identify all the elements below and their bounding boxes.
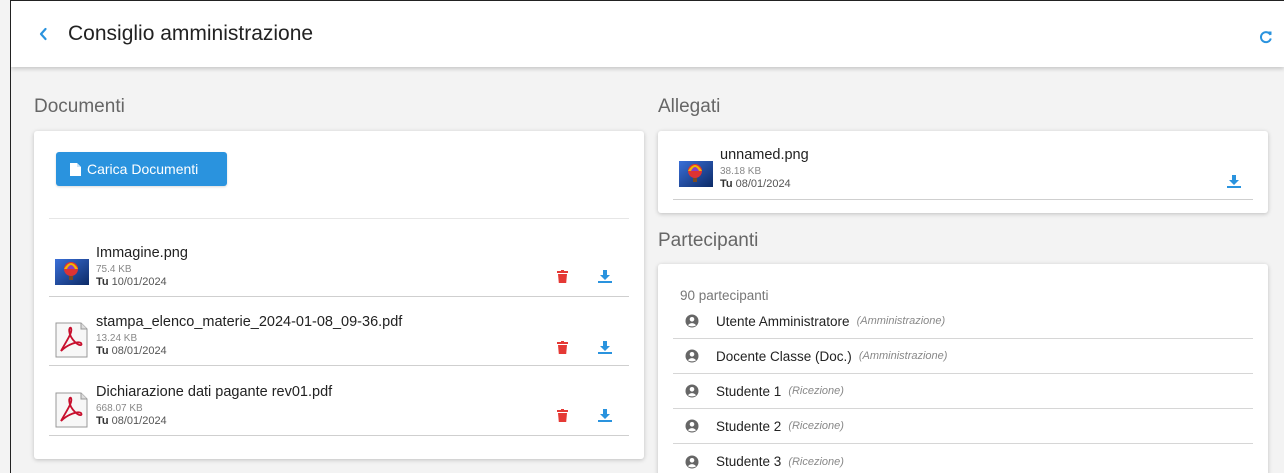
attachment-date-value: 08/01/2024 xyxy=(735,178,791,190)
participant-name: Studente 2 xyxy=(716,418,782,434)
delete-button[interactable] xyxy=(552,405,572,425)
participant-name: Studente 3 xyxy=(716,454,782,469)
trash-icon xyxy=(556,340,568,354)
trash-icon xyxy=(556,408,568,422)
document-size: 668.07 KB xyxy=(96,403,143,414)
document-size: 75.4 KB xyxy=(96,264,132,275)
participants-card: 90 partecipanti Utente Amministratore (A… xyxy=(658,264,1268,473)
document-owner: Tu xyxy=(96,345,109,357)
documents-card: Carica Documenti Immagine.png 75.4 KB Tu… xyxy=(34,131,644,459)
document-owner: Tu xyxy=(96,415,109,427)
pdf-file-icon xyxy=(53,392,91,428)
back-button[interactable] xyxy=(23,14,63,54)
document-date: Tu 08/01/2024 xyxy=(96,415,167,427)
document-date: Tu 08/01/2024 xyxy=(96,345,167,357)
participants-count: 90 partecipanti xyxy=(680,288,769,303)
upload-documents-label: Carica Documenti xyxy=(87,161,199,177)
user-circle-icon xyxy=(685,314,701,328)
download-button[interactable] xyxy=(595,405,615,425)
user-circle-icon xyxy=(685,349,701,363)
attachments-section-title: Allegati xyxy=(658,96,721,117)
participant-name: Utente Amministratore xyxy=(716,313,850,329)
delete-button[interactable] xyxy=(552,337,572,357)
image-file-icon xyxy=(677,155,715,191)
document-name[interactable]: Dichiarazione dati pagante rev01.pdf xyxy=(96,384,332,400)
document-date-value: 10/01/2024 xyxy=(111,276,167,288)
document-row[interactable]: stampa_elenco_materie_2024-01-08_09-36.p… xyxy=(49,306,629,366)
participant-row[interactable]: Studente 3 (Ricezione) xyxy=(673,444,1253,473)
document-row[interactable]: Dichiarazione dati pagante rev01.pdf 668… xyxy=(49,376,629,436)
user-circle-icon xyxy=(685,384,701,398)
pdf-file-icon xyxy=(53,322,91,358)
document-date: Tu 10/01/2024 xyxy=(96,276,167,288)
trash-icon xyxy=(556,269,568,283)
participant-row[interactable]: Utente Amministratore (Amministrazione) xyxy=(673,304,1253,339)
page-title: Consiglio amministrazione xyxy=(68,22,314,45)
document-name[interactable]: stampa_elenco_materie_2024-01-08_09-36.p… xyxy=(96,314,402,330)
document-date-value: 08/01/2024 xyxy=(111,345,167,357)
app-frame: Consiglio amministrazione Documenti Cari… xyxy=(10,0,1284,473)
document-size: 13.24 KB xyxy=(96,333,138,344)
attachments-card: unnamed.png 38.18 KB Tu 08/01/2024 xyxy=(658,131,1268,213)
download-button[interactable] xyxy=(595,337,615,357)
participant-row[interactable]: Studente 2 (Ricezione) xyxy=(673,409,1253,444)
header-bar: Consiglio amministrazione xyxy=(11,1,1284,67)
participant-row[interactable]: Docente Classe (Doc.) (Amministrazione) xyxy=(673,339,1253,374)
user-circle-icon xyxy=(685,455,701,469)
participant-role: (Ricezione) xyxy=(788,455,844,468)
attachment-name[interactable]: unnamed.png xyxy=(720,147,809,163)
download-button[interactable] xyxy=(1224,171,1244,191)
participant-name: Studente 1 xyxy=(716,383,782,399)
download-button[interactable] xyxy=(595,266,615,286)
refresh-button[interactable] xyxy=(1256,27,1276,47)
participant-role: (Amministrazione) xyxy=(856,315,946,327)
attachment-owner: Tu xyxy=(720,178,733,190)
document-date-value: 08/01/2024 xyxy=(111,415,167,427)
divider xyxy=(49,218,629,219)
attachment-row[interactable]: unnamed.png 38.18 KB Tu 08/01/2024 xyxy=(673,139,1253,200)
upload-documents-button[interactable]: Carica Documenti xyxy=(56,152,227,186)
document-owner: Tu xyxy=(96,276,109,288)
participants-section-title: Partecipanti xyxy=(658,230,759,251)
download-icon xyxy=(598,340,612,354)
user-circle-icon xyxy=(685,419,701,433)
chevron-left-icon xyxy=(39,27,47,41)
participant-row[interactable]: Studente 1 (Ricezione) xyxy=(673,374,1253,409)
document-name[interactable]: Immagine.png xyxy=(96,245,188,261)
file-icon xyxy=(70,162,81,176)
participant-name: Docente Classe (Doc.) xyxy=(716,348,852,364)
attachment-date: Tu 08/01/2024 xyxy=(720,178,791,190)
download-icon xyxy=(598,408,612,422)
participant-role: (Amministrazione) xyxy=(858,350,948,362)
image-file-icon xyxy=(53,253,91,289)
participant-role: (Ricezione) xyxy=(788,420,844,432)
download-icon xyxy=(1227,174,1241,188)
document-row[interactable]: Immagine.png 75.4 KB Tu 10/01/2024 xyxy=(49,237,629,297)
attachment-size: 38.18 KB xyxy=(720,166,762,177)
delete-button[interactable] xyxy=(552,266,572,286)
download-icon xyxy=(598,269,612,283)
participant-role: (Ricezione) xyxy=(788,385,844,397)
documents-section-title: Documenti xyxy=(34,96,125,117)
refresh-icon xyxy=(1260,31,1272,44)
